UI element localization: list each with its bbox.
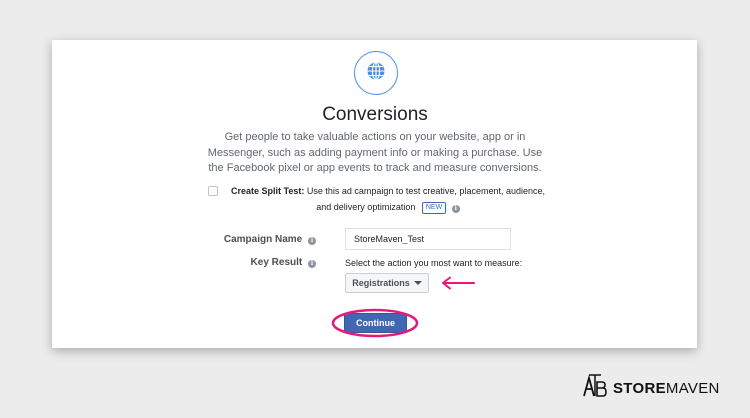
caret-down-icon	[413, 281, 422, 285]
new-badge: NEW	[421, 202, 447, 214]
info-icon[interactable]: i	[451, 205, 460, 213]
info-icon[interactable]: i	[308, 259, 316, 268]
key-result-selected: Registrations	[352, 278, 410, 288]
storemaven-ab-icon	[582, 374, 608, 403]
annotation-arrow-icon	[442, 276, 475, 290]
continue-button[interactable]: Continue	[344, 313, 407, 333]
split-test-checkbox[interactable]	[208, 186, 218, 196]
page-title: Conversions	[322, 104, 428, 125]
objective-icon-circle	[354, 51, 398, 95]
info-icon[interactable]: i	[308, 236, 316, 245]
key-result-dropdown[interactable]: Registrations	[345, 273, 429, 293]
brand-name-bold: STORE	[613, 380, 666, 397]
globe-icon	[366, 61, 386, 86]
split-test-label: Create Split Test:	[230, 186, 305, 196]
key-result-hint: Select the action you most want to measu…	[345, 258, 523, 268]
split-test-row: Create Split Test: Use this ad campaign …	[208, 183, 553, 215]
storemaven-logo: STOREMAVEN	[582, 374, 720, 403]
key-result-label: Key Result i	[196, 257, 316, 268]
campaign-name-input[interactable]	[345, 228, 511, 250]
campaign-name-label: Campaign Name i	[196, 234, 316, 245]
brand-name-light: MAVEN	[665, 380, 720, 397]
objective-description: Get people to take valuable actions on y…	[207, 131, 543, 174]
